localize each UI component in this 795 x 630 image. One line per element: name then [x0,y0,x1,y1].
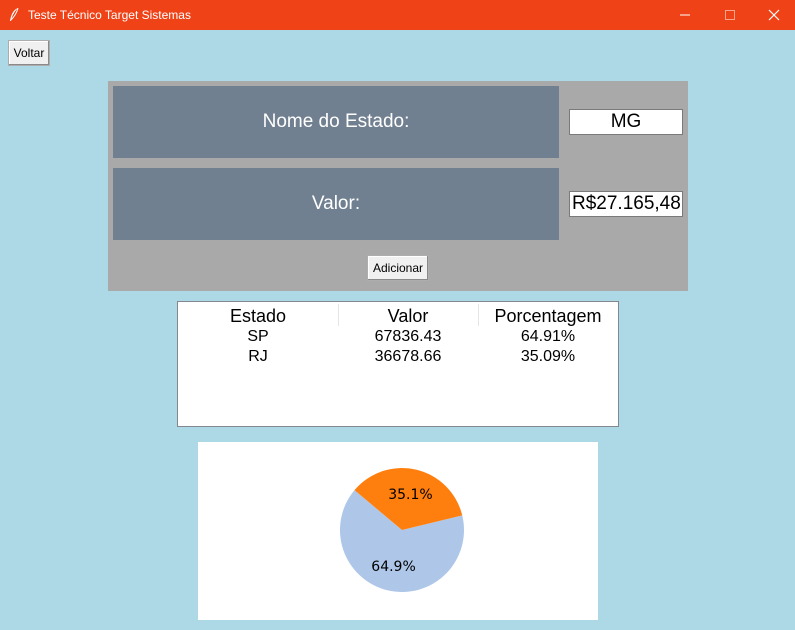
feather-icon [8,7,20,23]
column-header-estado[interactable]: Estado [178,305,338,327]
state-name-label: Nome do Estado: [113,86,559,158]
table-cell-state[interactable]: RJ [178,347,338,367]
close-button[interactable] [751,0,795,30]
value-input[interactable] [569,191,683,217]
add-button[interactable]: Adicionar [367,255,429,281]
back-button[interactable]: Voltar [8,40,50,66]
column-header-porcentagem[interactable]: Porcentagem [478,305,618,327]
pie-chart: 64.9% 35.1% [198,442,598,620]
form-panel: Nome do Estado: Valor: Adicionar [108,81,688,291]
table-cell-percent[interactable]: 35.09% [478,347,618,367]
table-cell-value[interactable]: 67836.43 [338,327,478,347]
table-cell-percent[interactable]: 64.91% [478,327,618,347]
minimize-button[interactable] [662,0,708,30]
title-bar: Teste Técnico Target Sistemas [0,0,795,30]
table-cell-state[interactable]: SP [178,327,338,347]
window-title: Teste Técnico Target Sistemas [28,8,191,22]
pie-slice-label: 64.9% [371,559,415,575]
states-table[interactable]: Estado Valor Porcentagem SP 67836.43 64.… [177,301,619,427]
pie-chart-canvas: 64.9% 35.1% [340,468,464,592]
maximize-button[interactable] [707,0,753,30]
value-label: Valor: [113,168,559,240]
column-header-valor[interactable]: Valor [338,305,478,327]
state-name-input[interactable] [569,109,683,135]
table-cell-value[interactable]: 36678.66 [338,347,478,367]
pie-slice-label: 35.1% [388,487,432,503]
